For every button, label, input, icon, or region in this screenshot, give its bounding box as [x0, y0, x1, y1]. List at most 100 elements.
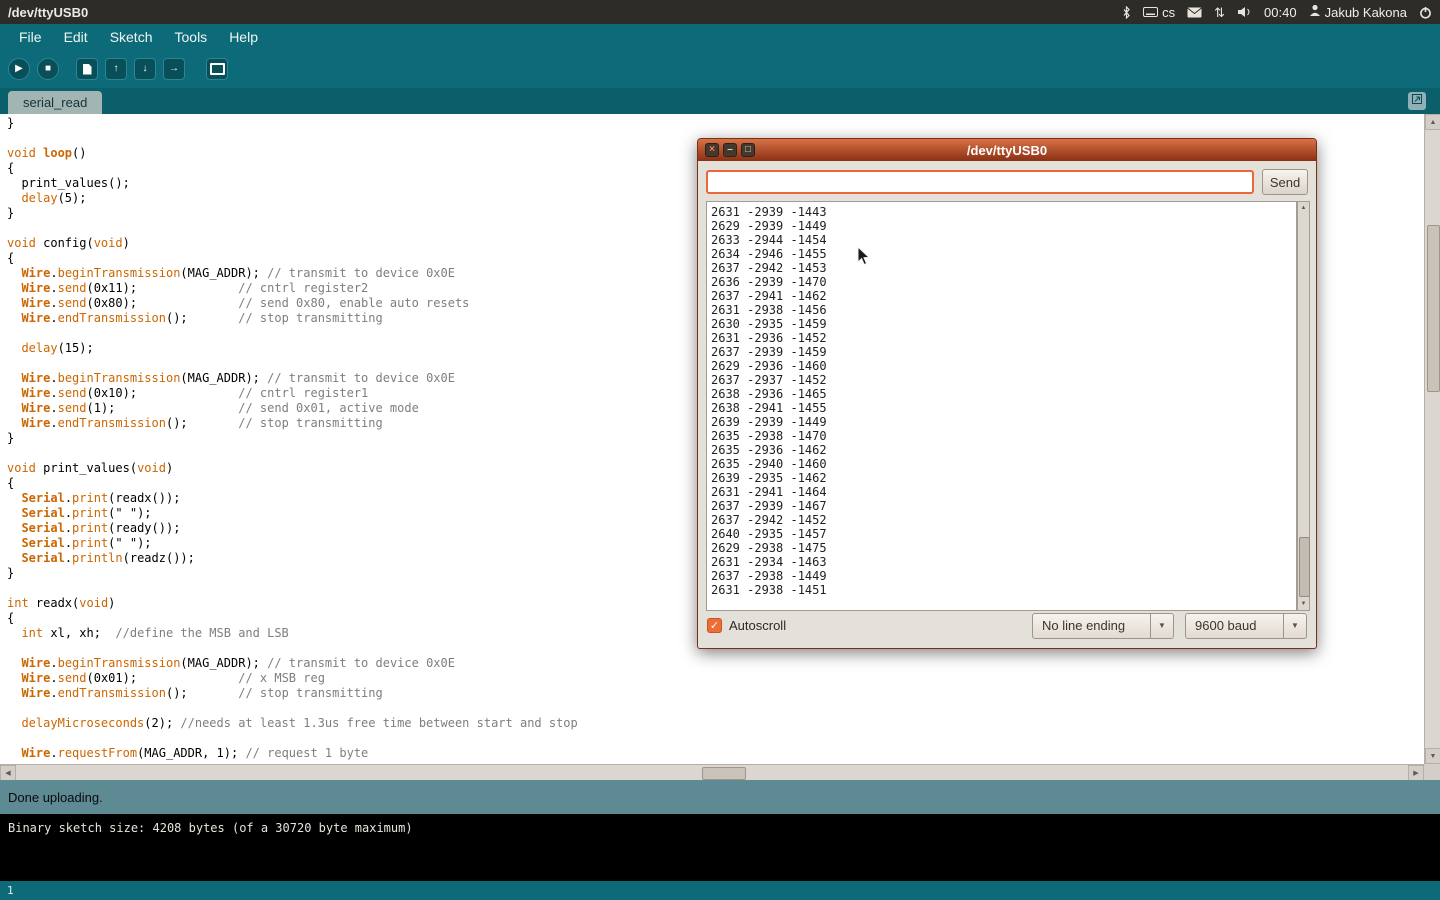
- stop-button[interactable]: ■: [37, 58, 59, 80]
- tab-serial-read[interactable]: serial_read: [8, 91, 102, 114]
- serial-input[interactable]: [706, 170, 1254, 194]
- user-icon: [1309, 4, 1321, 20]
- arrow-right-icon: →: [169, 64, 179, 74]
- baud-rate-dropdown[interactable]: 9600 baud ▼: [1185, 613, 1307, 639]
- tab-label: serial_read: [23, 95, 87, 110]
- menu-item-edit[interactable]: Edit: [53, 24, 99, 50]
- serial-monitor-icon: [210, 63, 225, 75]
- save-button[interactable]: ↓: [134, 58, 156, 80]
- new-tab-icon: [1411, 92, 1423, 110]
- new-file-icon: [83, 64, 92, 75]
- serial-line: 2636 -2939 -1470: [711, 275, 1296, 289]
- serial-line: 2629 -2939 -1449: [711, 219, 1296, 233]
- keyboard-icon: [1143, 5, 1158, 20]
- window-controls: × – □: [705, 143, 755, 157]
- serial-monitor-title: /dev/ttyUSB0: [967, 143, 1047, 158]
- mail-icon[interactable]: [1187, 7, 1202, 18]
- play-icon: ▶: [15, 64, 23, 74]
- serial-scroll-thumb[interactable]: [1299, 537, 1310, 597]
- sync-arrows-icon[interactable]: ⇅: [1214, 6, 1225, 19]
- console-text: Binary sketch size: 4208 bytes (of a 307…: [8, 821, 413, 835]
- menu-item-file[interactable]: File: [8, 24, 53, 50]
- serial-monitor-titlebar[interactable]: × – □ /dev/ttyUSB0: [698, 139, 1316, 161]
- console-output: Binary sketch size: 4208 bytes (of a 307…: [0, 814, 1440, 881]
- horizontal-scroll-thumb[interactable]: [702, 767, 746, 780]
- keyboard-indicator[interactable]: cs: [1143, 5, 1175, 20]
- autoscroll-label: Autoscroll: [729, 618, 786, 633]
- code-line: Wire.requestFrom(MAG_ADDR, 1); // reques…: [7, 746, 1424, 761]
- code-line: Wire.send(0x01); // x MSB reg: [7, 671, 1424, 686]
- serial-line: 2639 -2939 -1449: [711, 415, 1296, 429]
- serial-line: 2631 -2934 -1463: [711, 555, 1296, 569]
- serial-line: 2637 -2941 -1462: [711, 289, 1296, 303]
- chevron-down-icon[interactable]: ▼: [1150, 614, 1173, 638]
- editor-vertical-scrollbar[interactable]: ▲ ▼: [1424, 114, 1440, 764]
- menu-item-help[interactable]: Help: [218, 24, 269, 50]
- serial-line: 2635 -2938 -1470: [711, 429, 1296, 443]
- serial-input-row: Send: [698, 161, 1316, 203]
- code-line: [7, 701, 1424, 716]
- serial-line: 2631 -2939 -1443: [711, 205, 1296, 219]
- upload-button[interactable]: →: [163, 58, 185, 80]
- code-line: }: [7, 116, 1424, 131]
- scroll-up-icon[interactable]: ▲: [1298, 202, 1309, 214]
- serial-line: 2630 -2935 -1459: [711, 317, 1296, 331]
- tab-bar: serial_read: [0, 88, 1440, 114]
- code-line: delayMicroseconds(2); //needs at least 1…: [7, 716, 1424, 731]
- bluetooth-icon[interactable]: [1122, 6, 1131, 19]
- minimize-button[interactable]: –: [723, 143, 737, 157]
- user-name: Jakub Kakona: [1325, 5, 1407, 20]
- keyboard-layout-label: cs: [1162, 5, 1175, 20]
- new-sketch-button[interactable]: [76, 58, 98, 80]
- power-icon[interactable]: [1419, 6, 1432, 19]
- serial-line: 2631 -2938 -1456: [711, 303, 1296, 317]
- serial-output: 2631 -2939 -14432629 -2939 -14492633 -29…: [706, 201, 1297, 611]
- serial-line: 2631 -2941 -1464: [711, 485, 1296, 499]
- code-line: Wire.beginTransmission(MAG_ADDR); // tra…: [7, 656, 1424, 671]
- mouse-cursor: [857, 246, 871, 272]
- close-button[interactable]: ×: [705, 143, 719, 157]
- line-ending-dropdown[interactable]: No line ending ▼: [1032, 613, 1174, 639]
- scrollbar-corner: [1424, 764, 1440, 780]
- toolbar: ▶ ■ ↑ ↓ →: [0, 50, 1440, 88]
- tab-menu-button[interactable]: [1408, 92, 1426, 110]
- serial-scrollbar[interactable]: ▲ ▼: [1297, 201, 1310, 611]
- scroll-down-icon[interactable]: ▼: [1425, 748, 1440, 764]
- scroll-left-icon[interactable]: ◀: [0, 765, 16, 781]
- vertical-scroll-thumb[interactable]: [1427, 225, 1440, 392]
- serial-line: 2637 -2939 -1467: [711, 499, 1296, 513]
- serial-line: 2637 -2942 -1452: [711, 513, 1296, 527]
- line-indicator-strip: 1: [0, 881, 1440, 900]
- status-bar: Done uploading.: [0, 780, 1440, 814]
- scroll-right-icon[interactable]: ▶: [1408, 765, 1424, 781]
- volume-icon[interactable]: [1237, 6, 1252, 18]
- chevron-down-icon[interactable]: ▼: [1283, 614, 1306, 638]
- scroll-down-icon[interactable]: ▼: [1298, 598, 1309, 610]
- open-button[interactable]: ↑: [105, 58, 127, 80]
- menu-item-tools[interactable]: Tools: [164, 24, 219, 50]
- send-button[interactable]: Send: [1262, 169, 1308, 195]
- serial-line: 2635 -2936 -1462: [711, 443, 1296, 457]
- menu-bar: FileEditSketchToolsHelp: [0, 24, 1440, 50]
- scroll-up-icon[interactable]: ▲: [1425, 114, 1440, 130]
- serial-line: 2635 -2940 -1460: [711, 457, 1296, 471]
- arrow-down-icon: ↓: [143, 64, 148, 74]
- code-line: Wire.endTransmission(); // stop transmit…: [7, 686, 1424, 701]
- line-ending-value: No line ending: [1033, 618, 1150, 633]
- menu-item-sketch[interactable]: Sketch: [99, 24, 164, 50]
- serial-monitor-button[interactable]: [206, 58, 228, 80]
- verify-button[interactable]: ▶: [8, 58, 30, 80]
- serial-line: 2629 -2936 -1460: [711, 359, 1296, 373]
- serial-line: 2637 -2939 -1459: [711, 345, 1296, 359]
- serial-line: 2638 -2941 -1455: [711, 401, 1296, 415]
- serial-line: 2631 -2936 -1452: [711, 331, 1296, 345]
- maximize-button[interactable]: □: [741, 143, 755, 157]
- arrow-up-icon: ↑: [114, 64, 119, 74]
- serial-line: 2638 -2936 -1465: [711, 387, 1296, 401]
- autoscroll-checkbox[interactable]: ✓: [707, 618, 722, 633]
- clock[interactable]: 00:40: [1264, 5, 1297, 20]
- editor-horizontal-scrollbar[interactable]: ◀ ▶: [0, 764, 1424, 780]
- user-indicator[interactable]: Jakub Kakona: [1309, 4, 1407, 20]
- dropdown-group: No line ending ▼ 9600 baud ▼: [1032, 613, 1307, 639]
- line-number: 1: [7, 884, 14, 897]
